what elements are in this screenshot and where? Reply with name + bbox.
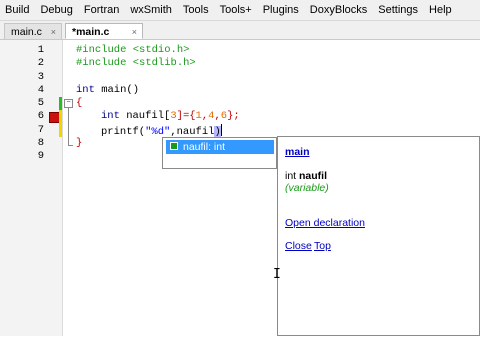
menu-bar: Build Debug Fortran wxSmith Tools Tools+…: [0, 0, 480, 21]
codeblocks-window: Build Debug Fortran wxSmith Tools Tools+…: [0, 0, 480, 360]
editor-bottom-area: [0, 336, 480, 360]
line-number: 6: [37, 110, 44, 122]
code-line-8: }: [76, 137, 82, 150]
line-number: 2: [37, 57, 44, 69]
preprocessor-token: #include: [76, 44, 133, 56]
keyword-token: int: [101, 110, 120, 122]
documentation-popup: main int naufil (variable) Open declarat…: [277, 136, 480, 336]
brace-token: }: [76, 137, 83, 149]
line-number: 3: [37, 71, 44, 83]
symbol-kind: (variable): [285, 182, 329, 194]
menu-build[interactable]: Build: [0, 0, 35, 20]
operator-token: };: [227, 110, 240, 122]
menu-tools-plus[interactable]: Tools+: [215, 0, 258, 20]
tab-main-c-modified[interactable]: *main.c ×: [65, 23, 143, 39]
editor-tab-bar: main.c × *main.c ×: [0, 21, 480, 40]
symbol-name: naufil: [299, 170, 328, 182]
unsaved-change-bar: [59, 110, 62, 137]
include-path: <stdlib.h>: [132, 57, 196, 69]
symbol-type: int: [285, 170, 300, 182]
line-number: 9: [37, 150, 44, 162]
variable-icon: [170, 142, 178, 150]
close-link[interactable]: Close: [285, 240, 312, 252]
code-text: main(): [94, 84, 140, 96]
scope-link[interactable]: main: [285, 146, 310, 158]
menu-help[interactable]: Help: [424, 0, 458, 20]
open-declaration-link[interactable]: Open declaration: [285, 217, 365, 229]
include-path: <stdio.h>: [132, 44, 190, 56]
code-line-4: int main(): [76, 84, 139, 97]
tab-label: main.c: [11, 26, 42, 38]
menu-fortran[interactable]: Fortran: [79, 0, 125, 20]
saved-change-bar: [59, 97, 62, 110]
code-line-2: #include <stdlib.h>: [76, 57, 196, 70]
fold-guide: [68, 108, 69, 146]
tab-label: *main.c: [72, 26, 110, 38]
text-caret: [220, 124, 222, 136]
autocomplete-item-naufil[interactable]: naufil: int: [166, 140, 274, 154]
line-number: 7: [37, 124, 44, 136]
code-text: printf(: [101, 126, 146, 138]
menu-settings[interactable]: Settings: [373, 0, 424, 20]
menu-wxsmith[interactable]: wxSmith: [125, 0, 178, 20]
text-cursor-icon: I: [273, 267, 281, 282]
keyword-token: int: [76, 84, 95, 96]
code-text: naufil[: [119, 110, 171, 122]
line-number: 4: [37, 84, 44, 96]
line-number: 8: [37, 137, 44, 149]
preprocessor-token: #include: [76, 57, 133, 69]
line-number: 1: [37, 44, 44, 56]
fold-guide-end: [68, 145, 73, 146]
code-line-1: #include <stdio.h>: [76, 44, 189, 57]
fold-toggle-icon[interactable]: −: [64, 99, 73, 108]
autocomplete-popup: naufil: int: [162, 137, 277, 169]
code-line-5: {: [76, 97, 82, 110]
close-icon[interactable]: ×: [132, 24, 137, 40]
operator-token: ]={: [176, 110, 196, 122]
menu-plugins[interactable]: Plugins: [258, 0, 305, 20]
close-icon[interactable]: ×: [51, 24, 56, 40]
autocomplete-item-label: naufil: int: [183, 141, 226, 153]
brace-token: {: [76, 97, 83, 109]
tab-main-c[interactable]: main.c ×: [4, 23, 62, 39]
code-line-6: int naufil[3]={1,4,6};: [101, 110, 240, 123]
menu-debug[interactable]: Debug: [35, 0, 78, 20]
menu-tools[interactable]: Tools: [178, 0, 215, 20]
top-link[interactable]: Top: [314, 240, 331, 252]
line-number: 5: [37, 97, 44, 109]
symbol-signature: int naufil: [285, 170, 327, 182]
menu-doxyblocks[interactable]: DoxyBlocks: [305, 0, 373, 20]
